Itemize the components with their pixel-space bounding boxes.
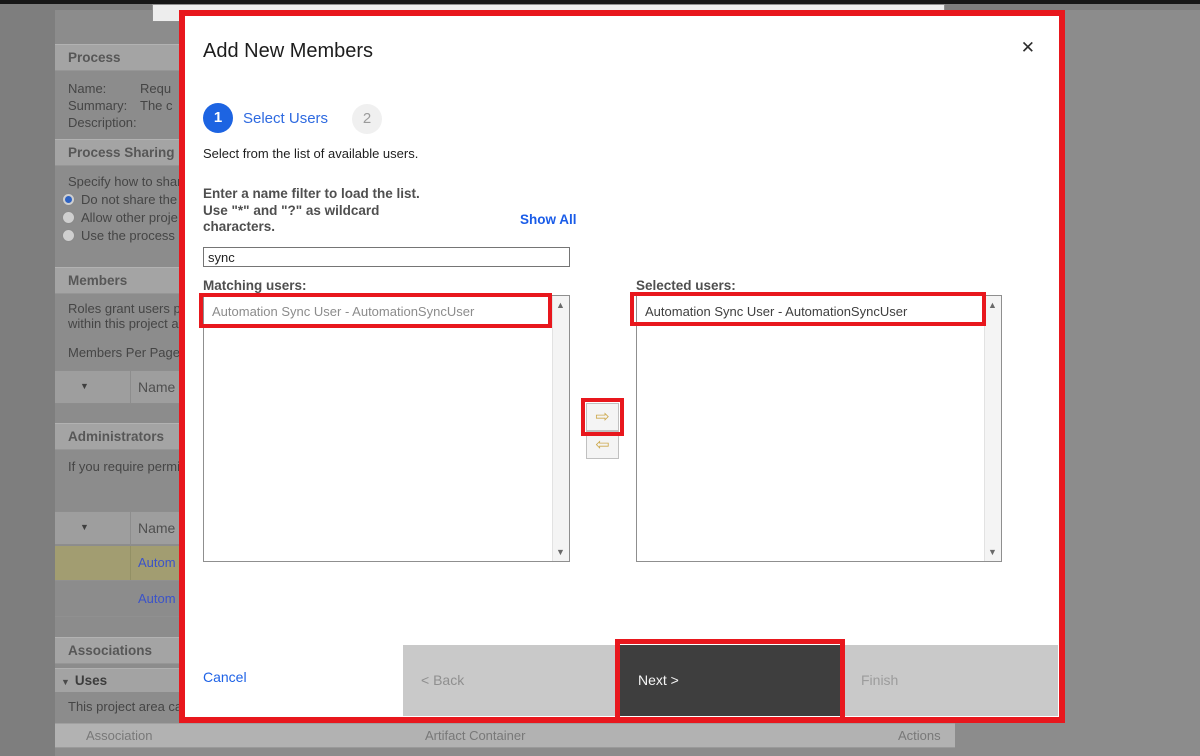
caret-down-icon[interactable]: ▼ bbox=[80, 381, 89, 391]
radio-option-allow-other[interactable]: Allow other proje bbox=[62, 210, 178, 228]
selected-users-listbox[interactable]: Automation Sync User - AutomationSyncUse… bbox=[636, 295, 1002, 562]
arrow-right-icon: ⇨ bbox=[595, 407, 609, 426]
field-label: Name: bbox=[68, 80, 140, 97]
scroll-down-icon[interactable]: ▼ bbox=[554, 545, 567, 559]
filter-instructions: Enter a name filter to load the list. Us… bbox=[203, 186, 533, 236]
step-2-indicator: 2 bbox=[352, 104, 382, 134]
show-all-link[interactable]: Show All bbox=[520, 212, 577, 227]
members-description-1: Roles grant users pe bbox=[68, 301, 188, 316]
field-label: Summary: bbox=[68, 97, 140, 114]
annotation-frame-dialog: Add New Members ✕ 1 Select Users 2 Selec… bbox=[179, 10, 1065, 723]
scrollbar[interactable]: ▲ ▼ bbox=[984, 296, 1001, 561]
caret-down-icon[interactable]: ▼ bbox=[80, 522, 89, 532]
column-header-artifact-container: Artifact Container bbox=[425, 724, 525, 748]
user-link[interactable]: Autom bbox=[138, 555, 176, 570]
caret-down-icon: ▼ bbox=[61, 677, 70, 687]
filter-instruction-line: characters. bbox=[203, 219, 533, 236]
radio-button-icon[interactable] bbox=[62, 229, 75, 242]
list-item[interactable]: Automation Sync User - AutomationSyncUse… bbox=[204, 296, 569, 319]
radio-label: Do not share the p bbox=[81, 192, 188, 207]
filter-instruction-line: Use "*" and "?" as wildcard bbox=[203, 203, 533, 220]
field-label: Description: bbox=[68, 114, 140, 131]
process-sharing-intro: Specify how to share bbox=[68, 174, 189, 189]
radio-button-selected-icon[interactable] bbox=[62, 193, 75, 206]
administrators-description: If you require permiss bbox=[68, 459, 193, 474]
radio-label: Allow other proje bbox=[81, 210, 178, 225]
next-button[interactable]: Next > bbox=[620, 645, 840, 716]
dialog-title: Add New Members bbox=[203, 40, 373, 63]
dialog-subtitle: Select from the list of available users. bbox=[203, 146, 418, 161]
members-per-page-label: Members Per Page: bbox=[68, 345, 184, 360]
associations-table-header: Association Artifact Container Actions bbox=[55, 723, 955, 748]
scrollbar[interactable]: ▲ ▼ bbox=[552, 296, 569, 561]
step-1-label: Select Users bbox=[243, 110, 328, 127]
members-description-2: within this project are bbox=[68, 316, 190, 331]
column-header-name: Name bbox=[138, 520, 175, 536]
close-icon[interactable]: ✕ bbox=[1021, 38, 1035, 58]
selected-users-label: Selected users: bbox=[636, 278, 736, 293]
back-button[interactable]: < Back bbox=[403, 645, 617, 716]
associations-description: This project area ca bbox=[68, 699, 182, 714]
add-new-members-dialog: Add New Members ✕ 1 Select Users 2 Selec… bbox=[185, 16, 1059, 717]
process-fields: Name:Requ Summary:The c Description: bbox=[68, 80, 173, 131]
radio-option-do-not-share[interactable]: Do not share the p bbox=[62, 192, 188, 210]
column-header-actions: Actions bbox=[898, 724, 941, 748]
radio-option-use-process[interactable]: Use the process o bbox=[62, 228, 186, 246]
left-rail bbox=[0, 10, 55, 756]
scroll-up-icon[interactable]: ▲ bbox=[554, 298, 567, 312]
scroll-up-icon[interactable]: ▲ bbox=[986, 298, 999, 312]
move-right-button[interactable]: ⇨ bbox=[586, 403, 619, 431]
user-link[interactable]: Autom bbox=[138, 591, 176, 606]
field-value: Requ bbox=[140, 81, 171, 96]
column-header-name: Name bbox=[138, 379, 175, 395]
matching-users-listbox[interactable]: Automation Sync User - AutomationSyncUse… bbox=[203, 295, 570, 562]
name-filter-input[interactable] bbox=[203, 247, 570, 267]
step-1-indicator: 1 bbox=[203, 103, 233, 133]
matching-users-label: Matching users: bbox=[203, 278, 307, 293]
column-header-association: Association bbox=[86, 724, 152, 748]
field-value: The c bbox=[140, 98, 173, 113]
scroll-down-icon[interactable]: ▼ bbox=[986, 545, 999, 559]
move-left-button[interactable]: ⇦ bbox=[586, 431, 619, 459]
radio-button-icon[interactable] bbox=[62, 211, 75, 224]
radio-label: Use the process o bbox=[81, 228, 186, 243]
cancel-link[interactable]: Cancel bbox=[203, 669, 247, 685]
filter-instruction-line: Enter a name filter to load the list. bbox=[203, 186, 533, 203]
list-item[interactable]: Automation Sync User - AutomationSyncUse… bbox=[637, 296, 1001, 319]
uses-label: Uses bbox=[75, 673, 107, 688]
finish-button[interactable]: Finish bbox=[843, 645, 1058, 716]
arrow-left-icon: ⇦ bbox=[595, 435, 609, 454]
